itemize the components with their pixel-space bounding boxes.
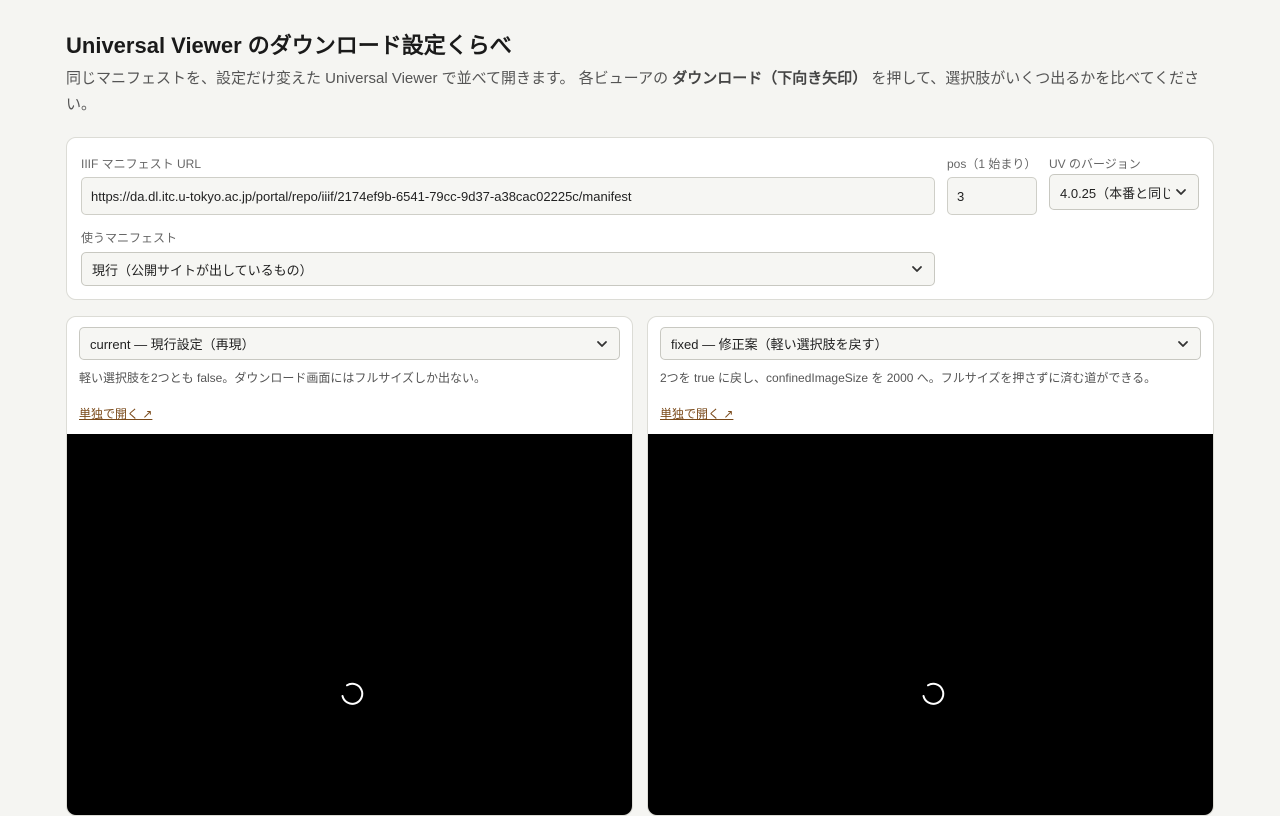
pos-input[interactable] xyxy=(947,177,1037,215)
manifest-choice-value: 現行（公開サイトが出しているもの） xyxy=(92,262,313,278)
manifest-choice-label: 使うマニフェスト xyxy=(81,231,178,245)
loading-spinner-icon xyxy=(341,682,364,705)
config-select-value: current — 現行設定（再現） xyxy=(90,337,255,352)
intro-text: 同じマニフェストを、設定だけ変えた Universal Viewer で並べて開… xyxy=(66,66,1208,118)
settings-card: IIIF マニフェスト URL pos（1 始まり） UV のバージョン 4.0… xyxy=(66,137,1214,300)
open-standalone-link[interactable]: 単独で開く ↗ xyxy=(660,405,733,422)
config-select-value: fixed — 修正案（軽い選択肢を戻す） xyxy=(671,337,888,352)
page-title: Universal Viewer のダウンロード設定くらべ xyxy=(66,33,512,58)
config-select[interactable]: fixed — 修正案（軽い選択肢を戻す） xyxy=(660,327,1201,360)
pos-label: pos（1 始まり） xyxy=(947,157,1037,171)
manifest-url-input[interactable] xyxy=(81,177,935,215)
universal-viewer-frame[interactable] xyxy=(67,434,632,815)
intro-text-start: 同じマニフェストを、設定だけ変えた Universal Viewer で並べて開… xyxy=(66,70,673,87)
universal-viewer-frame[interactable] xyxy=(648,434,1213,815)
config-select[interactable]: current — 現行設定（再現） xyxy=(79,327,620,360)
viewer-panel-fixed: fixed — 修正案（軽い選択肢を戻す） 2つを true に戻し、confi… xyxy=(647,316,1214,816)
loading-spinner-icon xyxy=(922,682,945,705)
chevron-down-icon xyxy=(1178,340,1188,347)
chevron-down-icon xyxy=(1176,189,1186,195)
manifest-choice-select[interactable]: 現行（公開サイトが出しているもの） xyxy=(81,252,935,286)
viewer-panel-current: current — 現行設定（再現） 軽い選択肢を2つとも false。ダウンロ… xyxy=(66,316,633,816)
uv-version-select[interactable]: 4.0.25（本番と同じ） xyxy=(1049,174,1199,210)
config-description: 2つを true に戻し、confinedImageSize を 2000 へ。… xyxy=(660,371,1157,385)
chevron-down-icon xyxy=(912,266,922,272)
intro-download-emphasis: ダウンロード（下向き矢印） xyxy=(672,70,868,87)
uv-version-value: 4.0.25（本番と同じ） xyxy=(1060,185,1170,201)
config-description: 軽い選択肢を2つとも false。ダウンロード画面にはフルサイズしか出ない。 xyxy=(79,371,486,385)
uv-version-label: UV のバージョン xyxy=(1049,157,1141,171)
manifest-url-label: IIIF マニフェスト URL xyxy=(81,157,202,171)
chevron-down-icon xyxy=(597,340,607,347)
open-standalone-link[interactable]: 単独で開く ↗ xyxy=(79,405,152,422)
